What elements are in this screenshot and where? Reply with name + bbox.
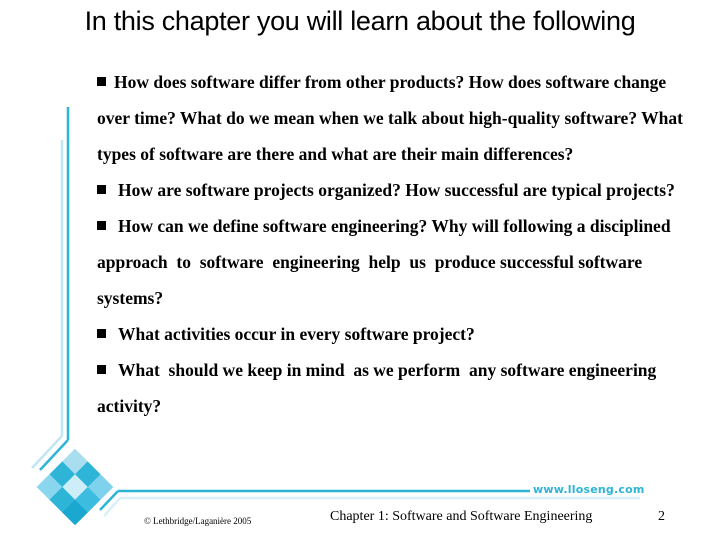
left-frame-lines: [31, 107, 70, 471]
square-bullet-icon: [97, 185, 106, 194]
bullet-item: What activities occur in every software …: [97, 316, 697, 352]
bullet-list: How does software differ from other prod…: [97, 64, 697, 424]
slide-title: In this chapter you will learn about the…: [84, 6, 636, 36]
square-bullet-icon: [97, 221, 106, 230]
copyright-notice: © Lethbridge/Laganière 2005: [144, 516, 252, 526]
square-bullet-icon: [97, 77, 106, 86]
bullet-item: How are software projects organized? How…: [97, 172, 697, 208]
bullet-item: How can we define software engineering? …: [97, 216, 675, 308]
square-bullet-icon: [97, 329, 106, 338]
bullet-item: How does software differ from other prod…: [97, 72, 683, 164]
page-number: 2: [658, 509, 665, 524]
bullet-item: What should we keep in mind as we perfor…: [97, 360, 661, 416]
square-bullet-icon: [97, 365, 106, 374]
chapter-label: Chapter 1: Software and Software Enginee…: [330, 509, 593, 524]
website-link[interactable]: www.lloseng.com: [530, 483, 648, 496]
